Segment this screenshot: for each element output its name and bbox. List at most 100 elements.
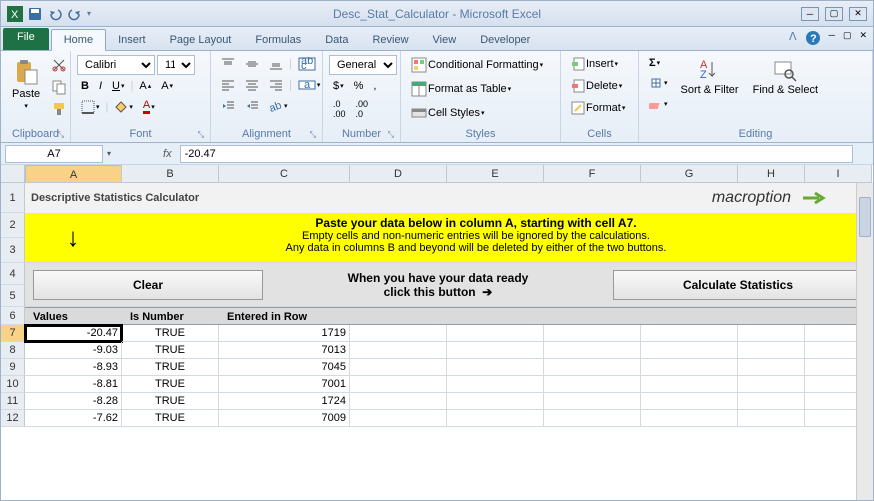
row-header-8[interactable]: 8 bbox=[1, 342, 25, 359]
underline-button[interactable]: U▾ bbox=[108, 78, 128, 94]
column-header-F[interactable]: F bbox=[544, 165, 641, 183]
column-header-G[interactable]: G bbox=[641, 165, 738, 183]
row-header-10[interactable]: 10 bbox=[1, 376, 25, 393]
font-name-select[interactable]: Calibri bbox=[77, 55, 155, 75]
tab-page-layout[interactable]: Page Layout bbox=[158, 30, 244, 50]
tab-view[interactable]: View bbox=[421, 30, 469, 50]
tab-review[interactable]: Review bbox=[360, 30, 420, 50]
cell-E10[interactable] bbox=[447, 376, 544, 393]
row-header-4[interactable]: 4 bbox=[1, 263, 25, 285]
decrease-decimal-button[interactable]: .00.0 bbox=[352, 97, 373, 121]
merge-center-button[interactable]: a▾ bbox=[294, 76, 325, 94]
cell-G9[interactable] bbox=[641, 359, 738, 376]
tab-insert[interactable]: Insert bbox=[106, 30, 158, 50]
paste-button[interactable]: Paste ▾ bbox=[7, 55, 45, 119]
row-header-9[interactable]: 9 bbox=[1, 359, 25, 376]
close-button[interactable]: ✕ bbox=[849, 7, 867, 21]
cell-H9[interactable] bbox=[738, 359, 805, 376]
cell-D8[interactable] bbox=[350, 342, 447, 359]
wrap-text-button[interactable]: abc bbox=[294, 55, 320, 73]
cut-button[interactable] bbox=[47, 55, 71, 75]
row-header-12[interactable]: 12 bbox=[1, 410, 25, 427]
number-format-select[interactable]: General bbox=[329, 55, 397, 75]
align-right-button[interactable] bbox=[265, 76, 287, 94]
cell-F12[interactable] bbox=[544, 410, 641, 427]
scrollbar-thumb[interactable] bbox=[859, 197, 871, 237]
fx-icon[interactable]: fx bbox=[155, 148, 180, 160]
decrease-font-button[interactable]: A▾ bbox=[157, 78, 177, 94]
column-header-I[interactable]: I bbox=[805, 165, 872, 183]
row-header-5[interactable]: 5 bbox=[1, 285, 25, 307]
cell-F7[interactable] bbox=[544, 325, 641, 342]
clipboard-dialog-icon[interactable]: ⤡ bbox=[58, 130, 64, 140]
cell-B11[interactable]: TRUE bbox=[122, 393, 219, 410]
row-header-11[interactable]: 11 bbox=[1, 393, 25, 410]
row-header-2[interactable]: 2 bbox=[1, 213, 25, 238]
tab-formulas[interactable]: Formulas bbox=[243, 30, 313, 50]
cell-G10[interactable] bbox=[641, 376, 738, 393]
cell-G12[interactable] bbox=[641, 410, 738, 427]
cell-E12[interactable] bbox=[447, 410, 544, 427]
cell-B12[interactable]: TRUE bbox=[122, 410, 219, 427]
cell-E11[interactable] bbox=[447, 393, 544, 410]
cell-A7[interactable]: -20.47 bbox=[25, 325, 122, 342]
redo-icon[interactable] bbox=[67, 6, 83, 22]
tab-data[interactable]: Data bbox=[313, 30, 360, 50]
align-left-button[interactable] bbox=[217, 76, 239, 94]
column-header-B[interactable]: B bbox=[122, 165, 219, 183]
percent-button[interactable]: % bbox=[350, 78, 368, 94]
font-dialog-icon[interactable]: ⤡ bbox=[198, 130, 204, 140]
cell-C12[interactable]: 7009 bbox=[219, 410, 350, 427]
cell-D10[interactable] bbox=[350, 376, 447, 393]
font-size-select[interactable]: 11 bbox=[157, 55, 195, 75]
delete-cells-button[interactable]: Delete▾ bbox=[567, 77, 626, 95]
border-button[interactable]: ▾ bbox=[77, 98, 104, 116]
italic-button[interactable]: I bbox=[95, 78, 106, 94]
save-icon[interactable] bbox=[27, 6, 43, 22]
increase-font-button[interactable]: A▴ bbox=[135, 78, 155, 94]
cell-A12[interactable]: -7.62 bbox=[25, 410, 122, 427]
cell-F10[interactable] bbox=[544, 376, 641, 393]
bold-button[interactable]: B bbox=[77, 78, 93, 94]
column-header-C[interactable]: C bbox=[219, 165, 350, 183]
cell-C11[interactable]: 1724 bbox=[219, 393, 350, 410]
sort-filter-button[interactable]: AZ Sort & Filter bbox=[676, 55, 744, 113]
column-header-A[interactable]: A bbox=[25, 165, 122, 183]
format-cells-button[interactable]: Format▾ bbox=[567, 99, 629, 117]
fill-color-button[interactable]: ▾ bbox=[110, 98, 137, 116]
format-painter-button[interactable] bbox=[47, 99, 71, 119]
calculate-button[interactable]: Calculate Statistics bbox=[613, 270, 863, 300]
cell-F8[interactable] bbox=[544, 342, 641, 359]
cell-A11[interactable]: -8.28 bbox=[25, 393, 122, 410]
cell-H12[interactable] bbox=[738, 410, 805, 427]
formula-bar[interactable] bbox=[180, 145, 853, 163]
insert-cells-button[interactable]: Insert▾ bbox=[567, 55, 622, 73]
column-header-D[interactable]: D bbox=[350, 165, 447, 183]
clear-sheet-button[interactable]: Clear bbox=[33, 270, 263, 300]
autosum-button[interactable]: Σ▾ bbox=[645, 55, 672, 71]
cell-B10[interactable]: TRUE bbox=[122, 376, 219, 393]
align-top-button[interactable] bbox=[217, 55, 239, 73]
font-color-button[interactable]: A▾ bbox=[139, 97, 159, 116]
inner-close-icon[interactable]: ✕ bbox=[859, 30, 867, 46]
namebox-dropdown-icon[interactable]: ▾ bbox=[103, 149, 115, 158]
vertical-scrollbar[interactable] bbox=[856, 183, 873, 500]
cell-C7[interactable]: 1719 bbox=[219, 325, 350, 342]
cell-E7[interactable] bbox=[447, 325, 544, 342]
comma-button[interactable]: , bbox=[369, 78, 380, 94]
cell-H11[interactable] bbox=[738, 393, 805, 410]
increase-decimal-button[interactable]: .0.00 bbox=[329, 97, 350, 121]
inner-minimize-icon[interactable]: ─ bbox=[829, 30, 835, 46]
copy-button[interactable] bbox=[47, 77, 71, 97]
cell-H10[interactable] bbox=[738, 376, 805, 393]
minimize-ribbon-icon[interactable]: ᐱ bbox=[789, 30, 797, 46]
cell-C9[interactable]: 7045 bbox=[219, 359, 350, 376]
accounting-button[interactable]: $▾ bbox=[329, 78, 348, 94]
clear-button[interactable]: ▾ bbox=[645, 95, 672, 113]
row-header-3[interactable]: 3 bbox=[1, 238, 25, 263]
cell-C8[interactable]: 7013 bbox=[219, 342, 350, 359]
cell-B8[interactable]: TRUE bbox=[122, 342, 219, 359]
alignment-dialog-icon[interactable]: ⤡ bbox=[310, 130, 316, 140]
cell-H7[interactable] bbox=[738, 325, 805, 342]
format-as-table-button[interactable]: Format as Table▾ bbox=[407, 79, 515, 99]
